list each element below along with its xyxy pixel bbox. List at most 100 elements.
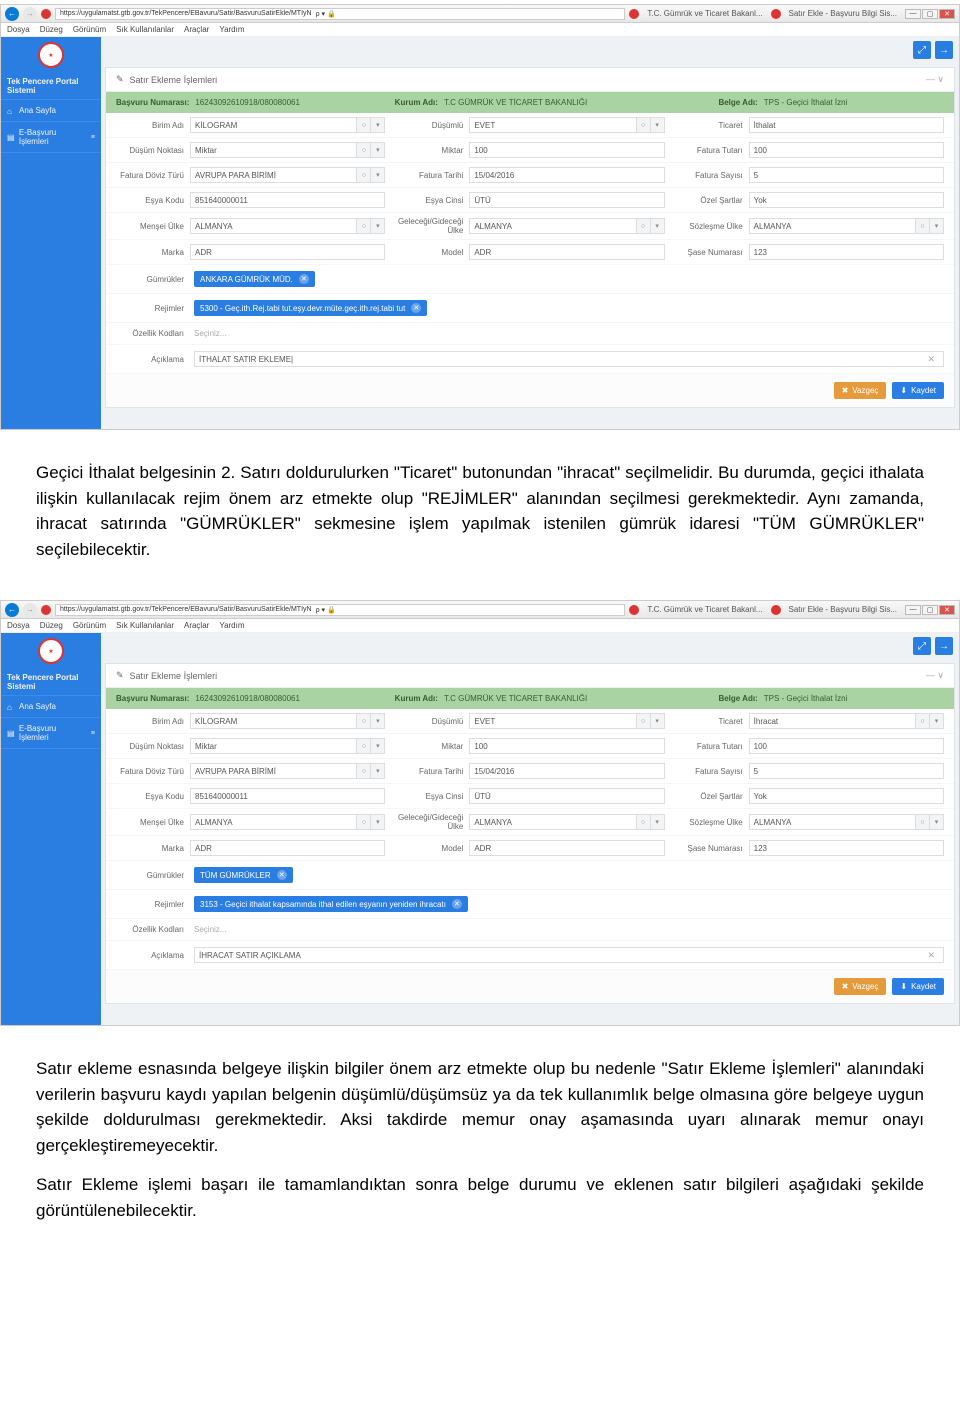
marka-input[interactable]: ADR (190, 840, 385, 856)
fatura-tutari-input[interactable]: 100 (749, 142, 944, 158)
dusumlu-select[interactable]: EVET (469, 713, 636, 729)
fatura-tarihi-input[interactable]: 15/04/2016 (469, 763, 664, 779)
clear-icon[interactable]: ○ (637, 713, 651, 729)
menu-item[interactable]: Yardım (219, 621, 244, 630)
menu-item[interactable]: Görünüm (73, 621, 106, 630)
fatura-doviz-select[interactable]: AVRUPA PARA BİRİMİ (190, 167, 357, 183)
logout-icon[interactable]: → (935, 41, 953, 59)
chevron-down-icon[interactable]: ▾ (371, 167, 385, 183)
collapse-icon[interactable]: — ∨ (926, 670, 944, 681)
close-icon[interactable]: ✕ (939, 9, 955, 19)
rejim-tag[interactable]: 5300 - Geç.ith.Rej.tabi tut.eşy.devr.müt… (194, 300, 427, 316)
ozel-sartlar-input[interactable]: Yok (749, 788, 944, 804)
menu-item[interactable]: Yardım (219, 25, 244, 34)
minimize-icon[interactable]: — (905, 9, 921, 19)
close-icon[interactable]: ✕ (939, 605, 955, 615)
forward-button[interactable]: → (23, 7, 37, 21)
remove-tag-icon[interactable]: ✕ (277, 870, 287, 880)
esya-kodu-input[interactable]: 851640000011 (190, 788, 385, 804)
cancel-button[interactable]: ✖ Vazgeç (834, 978, 887, 995)
gumruk-tag[interactable]: TÜM GÜMRÜKLER✕ (194, 867, 293, 883)
chevron-down-icon[interactable]: ▾ (371, 814, 385, 830)
clear-icon[interactable]: ○ (637, 117, 651, 133)
esya-kodu-input[interactable]: 851640000011 (190, 192, 385, 208)
remove-tag-icon[interactable]: ✕ (299, 274, 309, 284)
clear-input-icon[interactable]: ✕ (923, 354, 939, 365)
address-bar[interactable]: https://uygulamatst.gtb.gov.tr/TekPencer… (55, 604, 625, 616)
ticaret-input[interactable]: İthalat (749, 117, 944, 133)
clear-icon[interactable]: ○ (637, 814, 651, 830)
browser-tab-1[interactable]: T.C. Gümrük ve Ticaret Bakanl... (643, 9, 766, 18)
nav-ebasvuru[interactable]: ▤E-Başvuru İşlemleri≡ (1, 122, 101, 153)
chevron-down-icon[interactable]: ▾ (371, 738, 385, 754)
menu-item[interactable]: Düzeg (40, 25, 63, 34)
chevron-down-icon[interactable]: ▾ (371, 713, 385, 729)
birim-select[interactable]: KİLOGRAM (190, 117, 357, 133)
chevron-down-icon[interactable]: ▾ (930, 713, 944, 729)
browser-tab-2[interactable]: Satır Ekle - Başvuru Bilgi Sis... (785, 9, 901, 18)
aciklama-input[interactable]: İTHALAT SATIR EKLEME|✕ (194, 351, 944, 367)
minimize-icon[interactable]: — (905, 605, 921, 615)
clear-icon[interactable]: ○ (357, 117, 371, 133)
back-button[interactable]: ← (5, 7, 19, 21)
esya-cinsi-input[interactable]: ÜTÜ (469, 192, 664, 208)
browser-tab-1[interactable]: T.C. Gümrük ve Ticaret Bakanl... (643, 605, 766, 614)
fullscreen-icon[interactable]: ⤢ (913, 41, 931, 59)
fullscreen-icon[interactable]: ⤢ (913, 637, 931, 655)
fatura-doviz-select[interactable]: AVRUPA PARA BİRİMİ (190, 763, 357, 779)
birim-select[interactable]: KİLOGRAM (190, 713, 357, 729)
menu-item[interactable]: Araçlar (184, 621, 209, 630)
fatura-sayisi-input[interactable]: 5 (749, 763, 944, 779)
ticaret-select[interactable]: İhracat (749, 713, 916, 729)
remove-tag-icon[interactable]: ✕ (452, 899, 462, 909)
clear-icon[interactable]: ○ (916, 814, 930, 830)
chevron-down-icon[interactable]: ▾ (651, 218, 665, 234)
forward-button[interactable]: → (23, 603, 37, 617)
marka-input[interactable]: ADR (190, 244, 385, 260)
aciklama-input[interactable]: İHRACAT SATIR AÇIKLAMA✕ (194, 947, 944, 963)
chevron-down-icon[interactable]: ▾ (930, 218, 944, 234)
remove-tag-icon[interactable]: ✕ (411, 303, 421, 313)
sase-input[interactable]: 123 (749, 840, 944, 856)
cancel-button[interactable]: ✖ Vazgeç (834, 382, 887, 399)
menu-item[interactable]: Düzeg (40, 621, 63, 630)
sozlesme-select[interactable]: ALMANYA (749, 218, 916, 234)
clear-icon[interactable]: ○ (357, 218, 371, 234)
clear-icon[interactable]: ○ (357, 167, 371, 183)
dusum-noktasi-select[interactable]: Miktar (190, 142, 357, 158)
menu-item[interactable]: Sık Kullanılanlar (116, 25, 174, 34)
maximize-icon[interactable]: ▢ (922, 605, 938, 615)
logout-icon[interactable]: → (935, 637, 953, 655)
menu-item[interactable]: Görünüm (73, 25, 106, 34)
sase-input[interactable]: 123 (749, 244, 944, 260)
dusumlu-select[interactable]: EVET (469, 117, 636, 133)
address-bar[interactable]: https://uygulamatst.gtb.gov.tr/TekPencer… (55, 8, 625, 20)
back-button[interactable]: ← (5, 603, 19, 617)
menu-item[interactable]: Sık Kullanılanlar (116, 621, 174, 630)
browser-tab-2[interactable]: Satır Ekle - Başvuru Bilgi Sis... (785, 605, 901, 614)
gelgid-select[interactable]: ALMANYA (469, 814, 636, 830)
chevron-down-icon[interactable]: ▾ (371, 218, 385, 234)
nav-home[interactable]: ⌂Ana Sayfa (1, 696, 101, 718)
miktar-input[interactable]: 100 (469, 142, 664, 158)
clear-input-icon[interactable]: ✕ (923, 950, 939, 961)
chevron-down-icon[interactable]: ▾ (371, 763, 385, 779)
menu-item[interactable]: Dosya (7, 621, 30, 630)
dusum-noktasi-select[interactable]: Miktar (190, 738, 357, 754)
gelgid-select[interactable]: ALMANYA (469, 218, 636, 234)
clear-icon[interactable]: ○ (357, 142, 371, 158)
save-button[interactable]: ⬇ Kaydet (892, 978, 944, 995)
clear-icon[interactable]: ○ (916, 713, 930, 729)
chevron-down-icon[interactable]: ▾ (651, 713, 665, 729)
menu-item[interactable]: Araçlar (184, 25, 209, 34)
clear-icon[interactable]: ○ (357, 738, 371, 754)
menu-item[interactable]: Dosya (7, 25, 30, 34)
ozel-sartlar-input[interactable]: Yok (749, 192, 944, 208)
clear-icon[interactable]: ○ (357, 763, 371, 779)
nav-ebasvuru[interactable]: ▤E-Başvuru İşlemleri≡ (1, 718, 101, 749)
clear-icon[interactable]: ○ (916, 218, 930, 234)
chevron-down-icon[interactable]: ▾ (651, 117, 665, 133)
sozlesme-select[interactable]: ALMANYA (749, 814, 916, 830)
gumruk-tag[interactable]: ANKARA GÜMRÜK MÜD.✕ (194, 271, 315, 287)
chevron-down-icon[interactable]: ▾ (371, 142, 385, 158)
